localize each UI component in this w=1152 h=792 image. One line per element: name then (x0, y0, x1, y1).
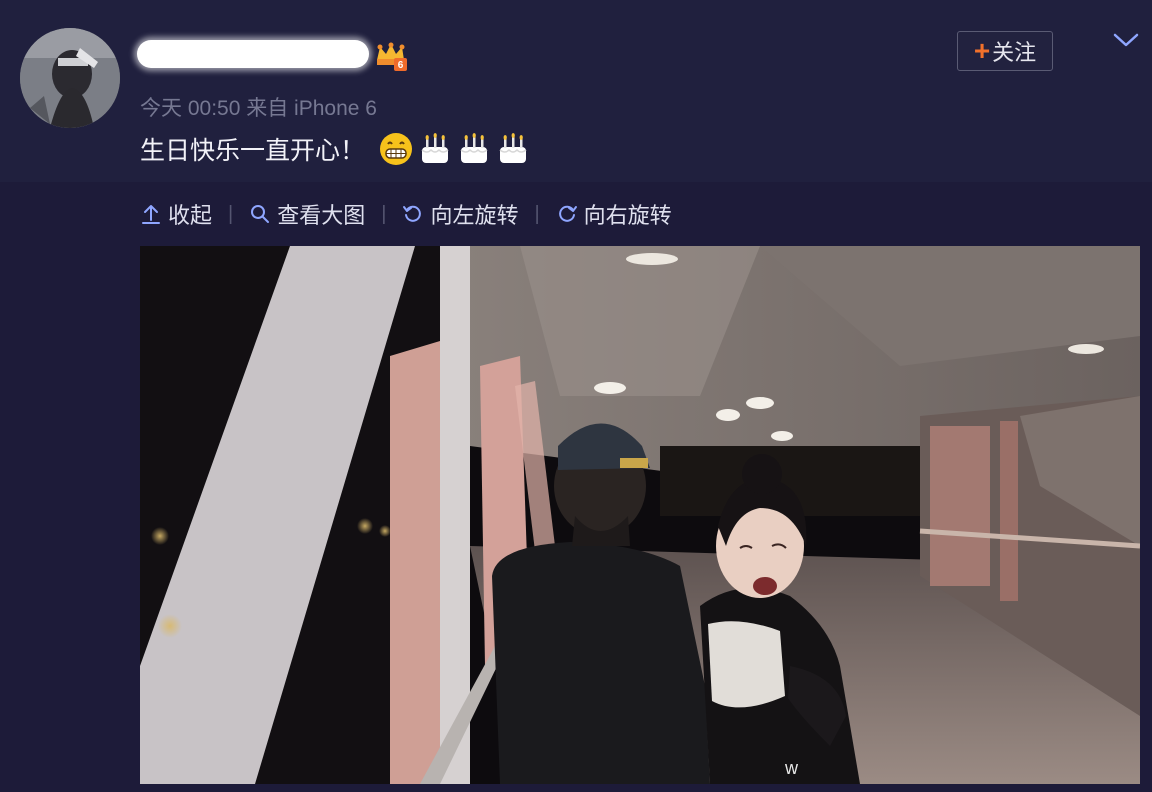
post-photo[interactable]: w (140, 246, 1140, 784)
plus-icon: + (973, 35, 991, 66)
toolbar-separator: | (534, 202, 540, 225)
photo-watermark: w (784, 758, 799, 778)
avatar-image (20, 28, 120, 128)
chevron-down-icon[interactable] (1112, 32, 1140, 50)
post-text-content: 生日快乐一直开心！ (140, 137, 366, 165)
rotate-left-icon (403, 205, 422, 222)
post-meta: 今天 00:50 来自 iPhone 6 (140, 97, 377, 120)
rotate-left-button[interactable]: 向左旋转 (402, 198, 518, 230)
view-large-label: 查看大图 (277, 203, 366, 228)
post-text: 生日快乐一直开心！ (140, 131, 530, 167)
birthday-cake-icon (460, 133, 488, 163)
follow-label: 关注 (992, 40, 1037, 65)
rotate-right-icon (558, 205, 577, 222)
avatar[interactable] (20, 28, 120, 128)
rotate-right-button[interactable]: 向右旋转 (556, 198, 672, 230)
rotate-left-label: 向左旋转 (430, 203, 519, 228)
svg-text:6: 6 (398, 60, 404, 71)
collapse-label: 收起 (168, 203, 213, 228)
collapse-button[interactable]: 收起 (140, 198, 212, 230)
photo-image: w (140, 246, 1140, 784)
toolbar-separator: | (381, 202, 387, 225)
image-toolbar: 收起 | 查看大图 | 向左旋转 | 向右旋转 (140, 198, 672, 230)
crown-badge-icon: 6 (377, 42, 407, 71)
view-large-button[interactable]: 查看大图 (249, 198, 365, 230)
toolbar-separator: | (228, 202, 234, 225)
search-icon (251, 205, 270, 223)
birthday-cake-icon (421, 133, 449, 163)
username-redacted (137, 40, 369, 68)
grinning-face-emoji-icon (380, 133, 413, 165)
follow-button[interactable]: + 关注 (957, 31, 1053, 71)
arrow-up-icon (142, 205, 160, 224)
rotate-right-label: 向右旋转 (583, 203, 672, 228)
birthday-cake-icon (499, 133, 527, 163)
